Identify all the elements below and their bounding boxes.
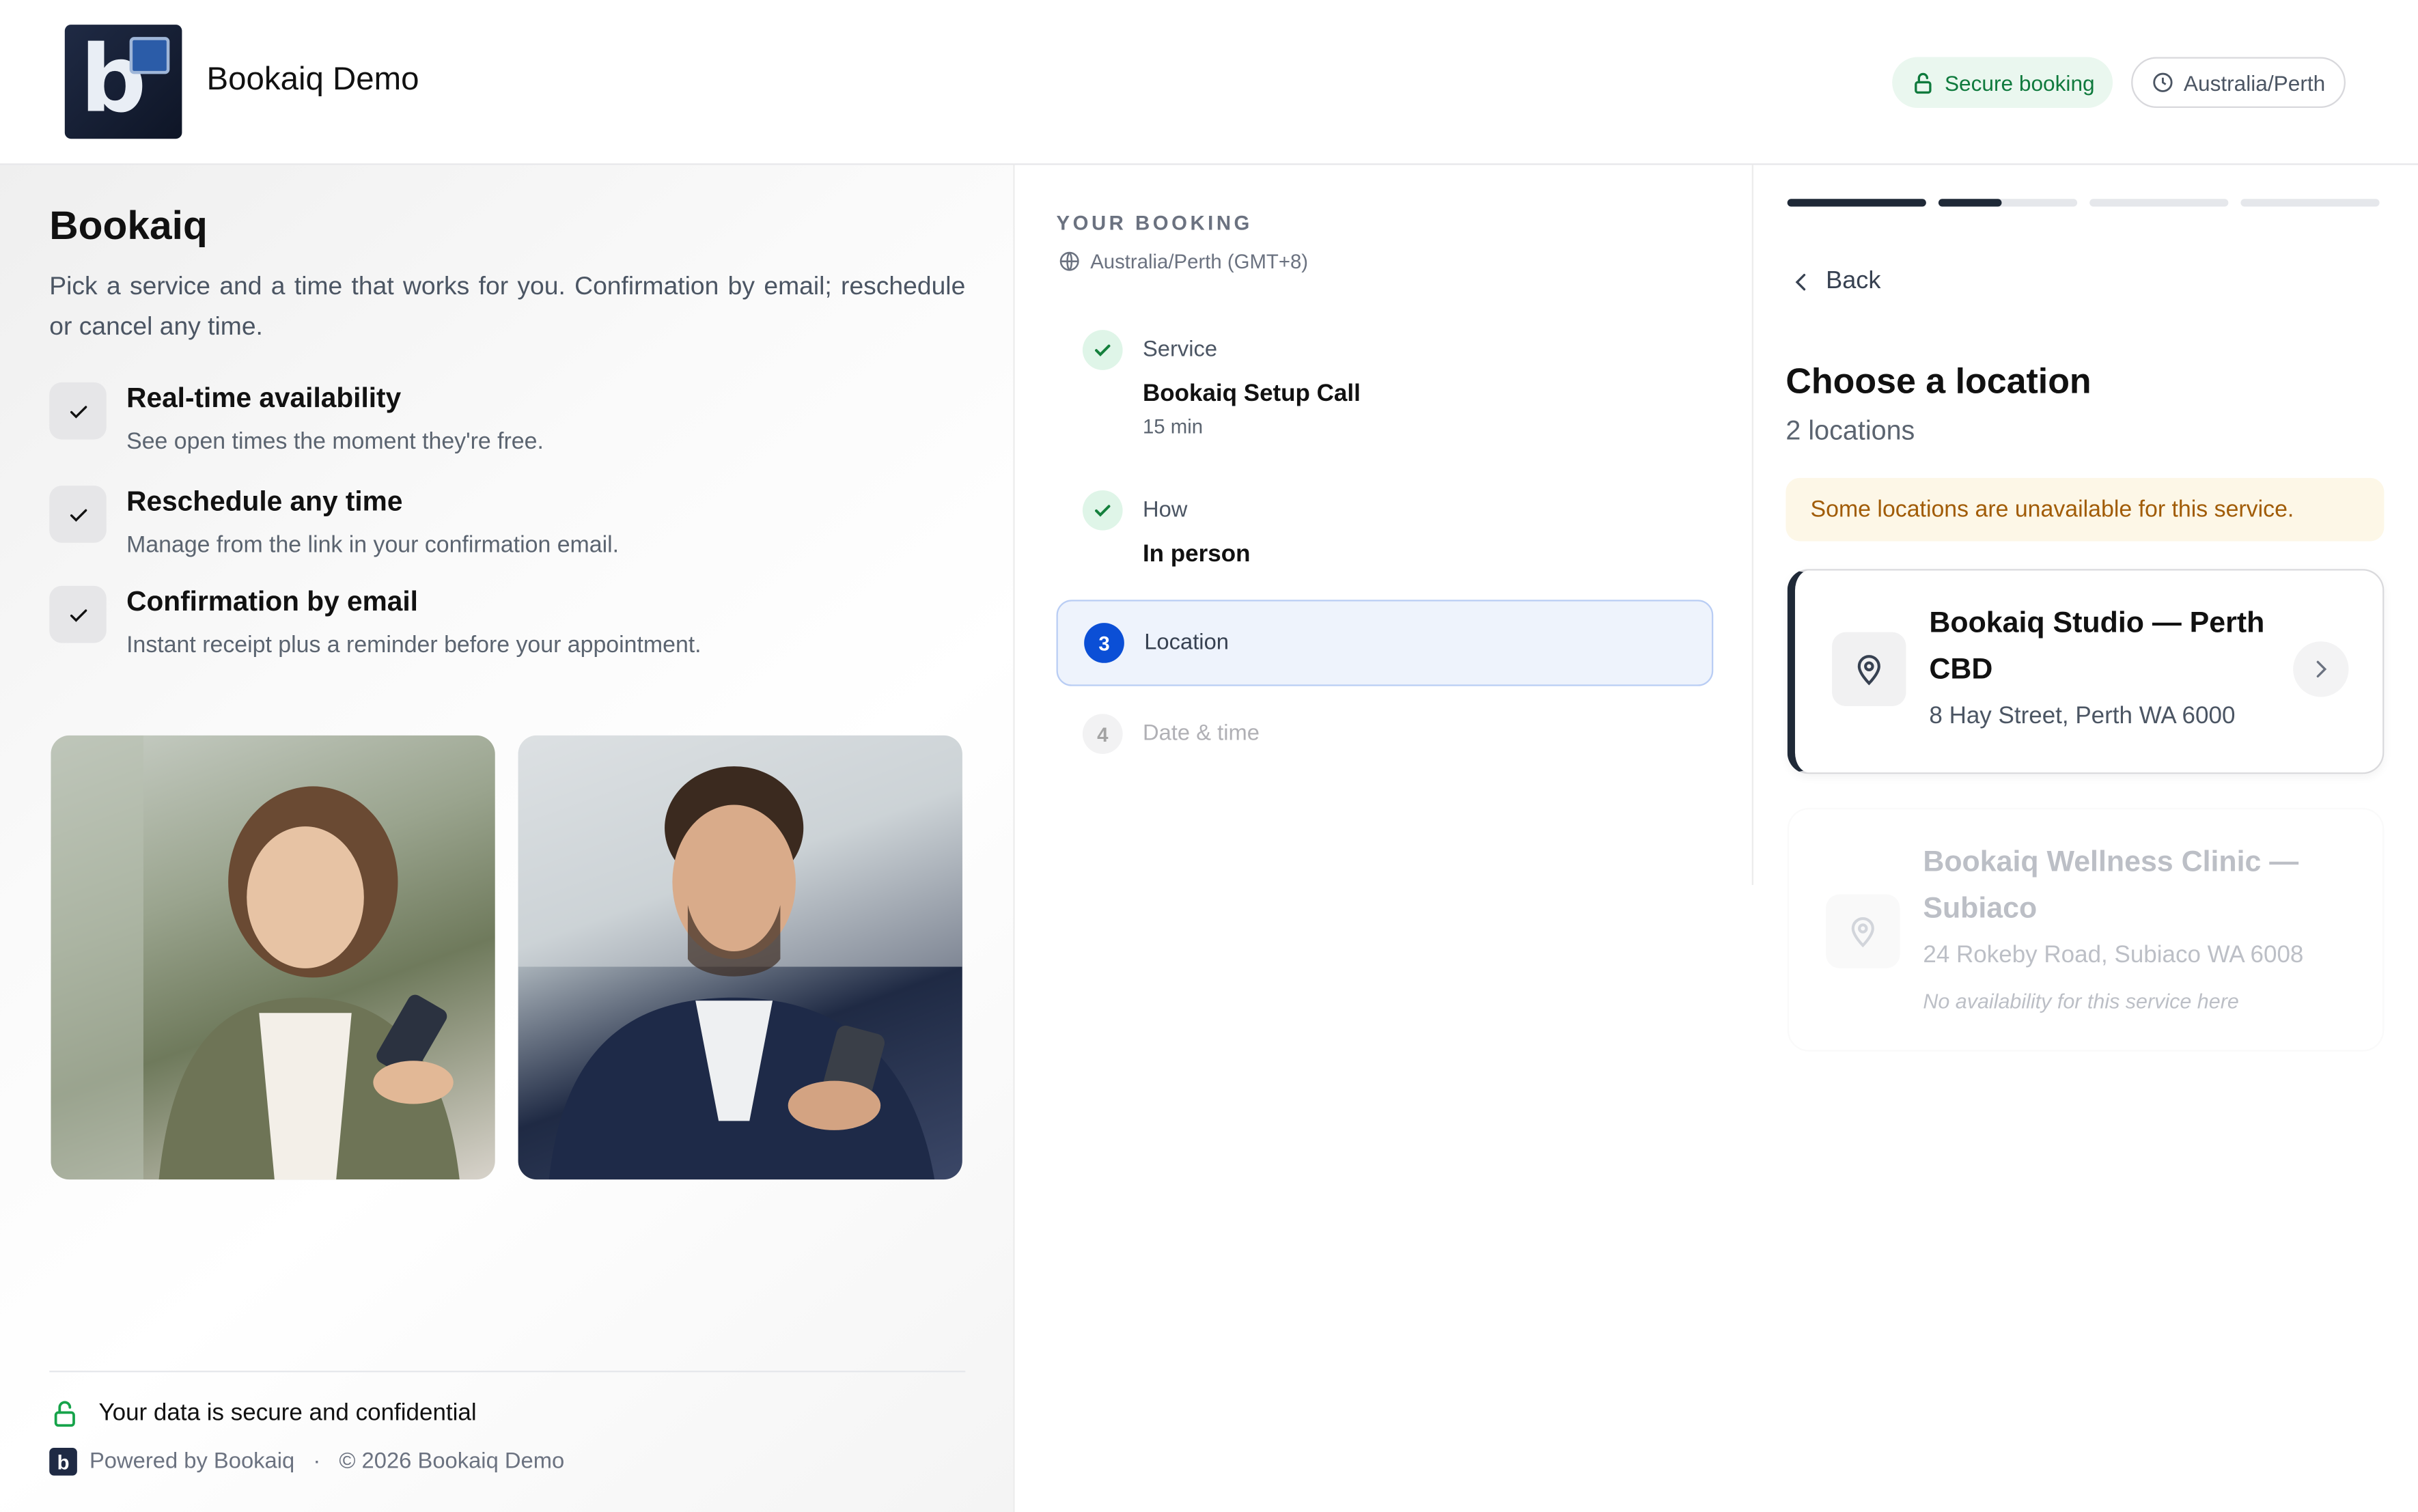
intro-title: Bookaiq: [49, 201, 208, 249]
feature-description: Manage from the link in your confirmatio…: [126, 531, 620, 559]
summary-step-service[interactable]: Service Bookaiq Setup Call 15 min: [1057, 328, 1714, 452]
feature-description: Instant receipt plus a reminder before y…: [126, 632, 701, 659]
powered-by-link[interactable]: Powered by Bookaiq: [89, 1449, 294, 1474]
check-icon: [49, 382, 107, 440]
photo-woman-with-phone: [51, 735, 495, 1180]
location-name: Bookaiq Wellness Clinic — Subiaco: [1923, 846, 2299, 925]
top-bar: b Bookaiq Demo Secure booking Australia/…: [0, 0, 2418, 165]
check-icon: [49, 585, 107, 643]
progress-segment: [1938, 199, 2078, 207]
feature-title: Confirmation by email: [126, 585, 418, 617]
back-button[interactable]: Back: [1789, 268, 1881, 296]
step-sub: 15 min: [1142, 415, 1204, 438]
step-value: In person: [1142, 541, 1251, 568]
progress-segment-fill: [1787, 199, 1926, 207]
step-label: Location: [1144, 630, 1229, 656]
clock-icon: [2153, 72, 2173, 92]
check-circle-icon: [1082, 490, 1123, 531]
map-pin-icon: [1826, 894, 1900, 968]
summary-timezone-text: Australia/Perth (GMT+8): [1090, 249, 1309, 273]
copyright: © 2026 Bookaiq Demo: [339, 1449, 565, 1474]
secure-booking-badge: Secure booking: [1892, 57, 2113, 109]
chevron-right-icon[interactable]: [2293, 641, 2349, 697]
feature-title: Real-time availability: [126, 382, 402, 414]
summary-step-how[interactable]: How In person: [1057, 489, 1714, 581]
progress-segment: [1787, 199, 1926, 207]
location-address: 24 Rokeby Road, Subiaco WA 6008: [1923, 942, 2304, 968]
progress-segment: [2089, 199, 2229, 207]
secure-note-text: Your data is secure and confidential: [98, 1399, 477, 1427]
summary-heading: YOUR BOOKING: [1056, 211, 1253, 235]
feature-title: Reschedule any time: [126, 486, 403, 517]
location-step: Back Choose a location 2 locations Some …: [1755, 165, 2418, 1512]
location-address: 8 Hay Street, Perth WA 6000: [1929, 703, 2236, 729]
lock-icon: [54, 1401, 75, 1427]
check-circle-icon: [1082, 330, 1123, 370]
progress-segment-fill: [1938, 199, 2001, 207]
summary-step-date-time: 4 Date & time: [1057, 712, 1714, 774]
feature-description: See open times the moment they're free.: [126, 428, 544, 456]
step-number: 4: [1082, 714, 1123, 755]
timezone-pill[interactable]: Australia/Perth: [2131, 57, 2346, 109]
step-label: Service: [1142, 337, 1218, 363]
location-card-perth-cbd[interactable]: Bookaiq Studio — Perth CBD 8 Hay Street,…: [1787, 569, 2385, 774]
secure-booking-label: Secure booking: [1944, 70, 2095, 95]
unavailable-warning: Some locations are unavailable for this …: [1785, 477, 2385, 542]
step-label: How: [1142, 498, 1188, 523]
progress-segment: [2240, 199, 2380, 207]
back-label: Back: [1826, 268, 1881, 295]
timezone-label: Australia/Perth: [2183, 70, 2326, 95]
booking-summary: YOUR BOOKING Australia/Perth (GMT+8) Ser…: [1016, 165, 1754, 885]
map-pin-icon: [1832, 632, 1906, 707]
step-number: 3: [1084, 623, 1124, 663]
brand-name: Bookaiq Demo: [206, 61, 419, 98]
summary-step-location: 3 Location: [1056, 600, 1714, 686]
chevron-left-icon: [1795, 273, 1806, 291]
secure-note: Your data is secure and confidential: [49, 1399, 477, 1429]
check-icon: [49, 486, 107, 543]
intro-panel: Bookaiq Pick a service and a time that w…: [0, 165, 1015, 1512]
photo-man-with-phone: [518, 735, 962, 1180]
globe-icon: [1059, 251, 1079, 271]
brand-logo: b: [64, 25, 182, 139]
location-unavailable-note: No availability for this service here: [1923, 990, 2239, 1013]
step-label: Date & time: [1142, 721, 1260, 746]
footer-separator: ·: [313, 1449, 321, 1474]
page: b Bookaiq Demo Secure booking Australia/…: [0, 0, 2418, 1512]
location-title: Choose a location: [1785, 361, 2092, 402]
brand-mini-logo: b: [49, 1447, 77, 1476]
intro-description: Pick a service and a time that works for…: [49, 272, 966, 341]
lock-icon: [1915, 72, 1932, 93]
summary-timezone: Australia/Perth (GMT+8): [1058, 250, 1308, 273]
step-value: Bookaiq Setup Call: [1142, 380, 1361, 408]
location-name: Bookaiq Studio — Perth CBD: [1929, 607, 2265, 686]
footer-credits: b Powered by Bookaiq · © 2026 Bookaiq De…: [49, 1447, 565, 1476]
footer-divider: [49, 1371, 966, 1373]
location-count: 2 locations: [1785, 415, 1915, 446]
location-card-subiaco: Bookaiq Wellness Clinic — Subiaco 24 Rok…: [1787, 808, 2385, 1052]
